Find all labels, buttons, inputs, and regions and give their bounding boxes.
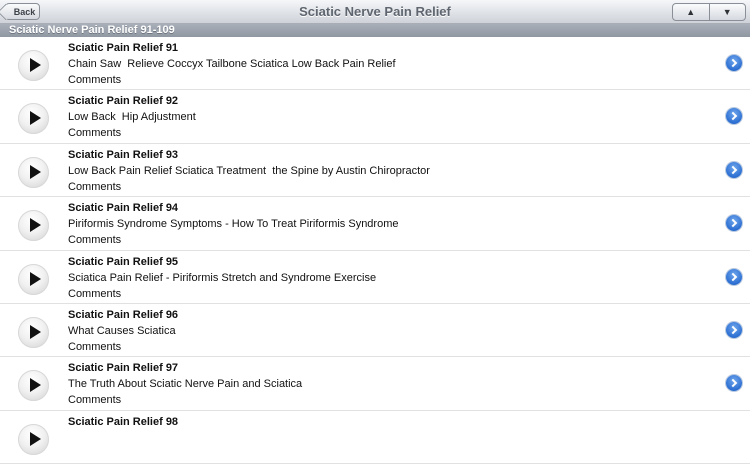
list-item[interactable]: Sciatic Pain Relief 97 The Truth About Sc…	[0, 357, 750, 411]
down-arrow-icon: ▼	[722, 7, 732, 17]
play-icon[interactable]	[18, 210, 49, 242]
disclosure-chevron-icon[interactable]	[726, 161, 742, 178]
list-item[interactable]: Sciatic Pain Relief 96 What Causes Sciati…	[0, 303, 750, 358]
comments-link[interactable]: Comments	[68, 181, 121, 193]
item-description: What Causes Sciatica	[68, 324, 176, 337]
video-list: Sciatic Pain Relief 91 Chain Saw Relieve …	[0, 37, 750, 464]
item-title: Sciatic Pain Relief 93	[68, 148, 179, 161]
disclosure-chevron-icon[interactable]	[726, 375, 742, 392]
item-title: Sciatic Pain Relief 94	[68, 202, 179, 215]
item-title: Sciatic Pain Relief 91	[68, 42, 179, 54]
play-icon[interactable]	[18, 156, 49, 188]
disclosure-chevron-icon[interactable]	[726, 55, 742, 71]
play-icon[interactable]	[18, 423, 49, 455]
play-icon[interactable]	[18, 103, 49, 135]
item-description: Chain Saw Relieve Coccyx Tailbone Sciati…	[68, 58, 396, 70]
section-header: Sciatic Nerve Pain Relief 91-109	[0, 24, 750, 37]
comments-link[interactable]: Comments	[68, 288, 121, 300]
item-description: Sciatica Pain Relief - Piriformis Stretc…	[68, 271, 377, 284]
comments-link[interactable]: Comments	[68, 341, 121, 353]
list-item[interactable]: Sciatic Pain Relief 92 Low Back Hip Adjus…	[0, 90, 750, 144]
item-title: Sciatic Pain Relief 95	[68, 255, 179, 268]
play-icon[interactable]	[18, 263, 49, 295]
previous-button[interactable]: ▲	[673, 4, 709, 20]
up-arrow-icon: ▲	[686, 7, 696, 17]
list-item[interactable]: Sciatic Pain Relief 98	[0, 410, 750, 464]
item-description: Low Back Pain Relief Sciatica Treatment …	[68, 164, 430, 177]
comments-link[interactable]: Comments	[68, 234, 121, 246]
page-title: Sciatic Nerve Pain Relief	[299, 4, 451, 19]
list-item[interactable]: Sciatic Pain Relief 95 Sciatica Pain Reli…	[0, 250, 750, 304]
disclosure-chevron-icon[interactable]	[726, 268, 742, 285]
item-title: Sciatic Pain Relief 96	[68, 308, 179, 321]
navigation-bar: Back Sciatic Nerve Pain Relief ▲ ▼	[0, 0, 750, 24]
prev-next-segmented-control: ▲ ▼	[672, 3, 746, 21]
item-description: Piriformis Syndrome Symptoms - How To Tr…	[68, 218, 399, 231]
play-icon[interactable]	[18, 370, 49, 402]
comments-link[interactable]: Comments	[68, 394, 121, 406]
next-button[interactable]: ▼	[708, 4, 746, 20]
list-item[interactable]: Sciatic Pain Relief 91 Chain Saw Relieve …	[0, 37, 750, 91]
comments-link[interactable]: Comments	[68, 74, 121, 86]
item-title: Sciatic Pain Relief 98	[68, 415, 179, 428]
list-item[interactable]: Sciatic Pain Relief 94 Piriformis Syndrom…	[0, 197, 750, 251]
item-title: Sciatic Pain Relief 97	[68, 362, 179, 375]
disclosure-chevron-icon[interactable]	[726, 321, 742, 338]
disclosure-chevron-icon[interactable]	[726, 108, 742, 125]
item-title: Sciatic Pain Relief 92	[68, 95, 179, 108]
comments-link[interactable]: Comments	[68, 127, 121, 139]
item-description: The Truth About Sciatic Nerve Pain and S…	[68, 378, 303, 391]
play-icon[interactable]	[18, 50, 49, 81]
item-description: Low Back Hip Adjustment	[68, 111, 196, 124]
play-icon[interactable]	[18, 316, 49, 348]
disclosure-chevron-icon[interactable]	[726, 215, 742, 232]
list-item[interactable]: Sciatic Pain Relief 93 Low Back Pain Reli…	[0, 143, 750, 198]
